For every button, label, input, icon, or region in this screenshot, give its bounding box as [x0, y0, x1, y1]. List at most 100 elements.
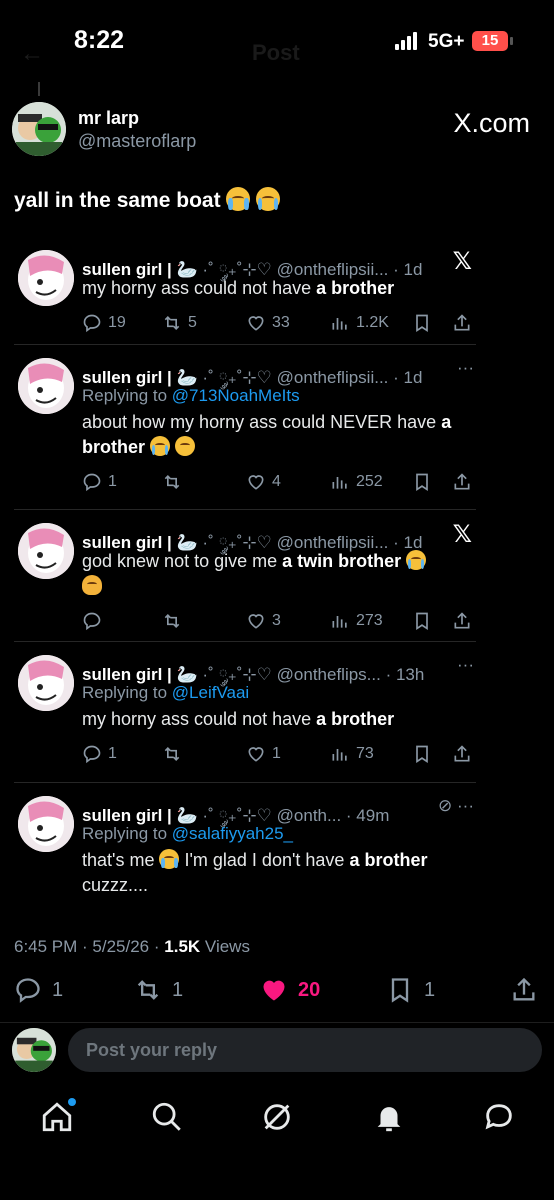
views-count: 73	[356, 745, 374, 762]
reply-text-bold: a brother	[316, 278, 395, 298]
reply-icon	[16, 978, 40, 1003]
reply-header: sullen girl | 🦢 ·˚ ༘₊˚⊹♡ @ontheflips... …	[82, 655, 474, 684]
tab-notifications[interactable]	[372, 1100, 406, 1134]
replying-to: Replying to @LeifVaai	[82, 683, 474, 703]
reply-header: sullen girl | 🦢 ·˚ ༘₊˚⊹♡ @ontheflipsii..…	[82, 521, 474, 552]
repost-count: 5	[188, 314, 197, 331]
share-button[interactable]	[452, 313, 472, 333]
messages-icon	[485, 1104, 512, 1130]
reply-button[interactable]: 19	[82, 313, 126, 333]
views-count: 273	[356, 612, 383, 629]
reply-body: sullen girl | 🦢 ·˚ ༘₊˚⊹♡ @onth... · 49m …	[82, 796, 474, 898]
reply-actions: 3 273	[82, 611, 474, 635]
repost-button[interactable]: 5	[162, 313, 197, 333]
heart-filled-icon	[263, 980, 285, 1001]
avatar[interactable]	[12, 1028, 56, 1072]
repost-button[interactable]: 1	[134, 976, 183, 1004]
grok-and-more-icon[interactable]: ⊘ ···	[438, 796, 474, 816]
thread-line	[38, 82, 40, 96]
reply-time: · 13h	[385, 665, 425, 684]
reply-text: my horny ass could not have a brother	[82, 707, 474, 732]
views-button[interactable]: 252	[330, 472, 383, 492]
share-button[interactable]	[452, 611, 472, 631]
avatar[interactable]	[18, 655, 74, 711]
author-name[interactable]: mr larp	[78, 108, 139, 129]
like-count: 1	[272, 745, 281, 762]
reply-text-mid: I'm glad I don't have	[179, 850, 350, 870]
name-decoration: 🦢 ·˚ ༘₊˚⊹♡	[176, 806, 272, 825]
like-count: 3	[272, 612, 281, 629]
like-button[interactable]: 3	[246, 611, 281, 631]
replying-to-handle[interactable]: @salafiyyah25_	[172, 824, 293, 843]
views-button[interactable]: 273	[330, 611, 383, 631]
views-button[interactable]: 1.2K	[330, 313, 389, 333]
views-button[interactable]: 73	[330, 744, 374, 764]
replying-to-handle[interactable]: @713NoahMeIts	[172, 386, 300, 405]
repost-icon	[164, 315, 180, 331]
reply-handle[interactable]: @ontheflipsii...	[277, 368, 389, 387]
reply-body: sullen girl | 🦢 ·˚ ༘₊˚⊹♡ @ontheflips... …	[82, 655, 474, 768]
post-time: 6:45 PM	[14, 937, 78, 956]
tab-bar	[0, 1088, 554, 1148]
more-icon[interactable]: ···	[457, 358, 474, 378]
reply-button[interactable]: 1	[14, 976, 63, 1004]
reply-button[interactable]: 1	[82, 744, 117, 764]
like-button[interactable]: 20	[260, 976, 320, 1004]
author-handle[interactable]: @masteroflarp	[78, 131, 196, 152]
repost-button[interactable]	[162, 611, 188, 631]
avatar[interactable]	[18, 358, 74, 414]
avatar[interactable]	[18, 250, 74, 306]
views-icon	[332, 477, 347, 489]
avatar[interactable]	[18, 796, 74, 852]
repost-button[interactable]	[162, 744, 188, 764]
name-decoration: 🦢 ·˚ ༘₊˚⊹♡	[176, 665, 272, 684]
avatar[interactable]	[12, 102, 66, 156]
bookmark-icon	[416, 473, 428, 492]
tab-grok[interactable]	[260, 1100, 294, 1134]
bookmark-button[interactable]	[412, 611, 432, 631]
like-button[interactable]: 33	[246, 313, 290, 333]
reply-button[interactable]: 1	[82, 472, 117, 492]
bookmark-icon	[391, 978, 409, 1003]
reply-author-name[interactable]: sullen girl |	[82, 806, 172, 825]
share-button[interactable]	[452, 744, 472, 764]
replying-to-handle[interactable]: @LeifVaai	[172, 683, 249, 702]
repost-button[interactable]	[162, 472, 188, 492]
divider	[14, 344, 476, 345]
avatar[interactable]	[18, 523, 74, 579]
woman-facepalming-icon	[82, 575, 102, 595]
tab-messages[interactable]	[482, 1100, 516, 1134]
bookmark-button[interactable]: 1	[386, 976, 435, 1004]
share-button[interactable]	[510, 976, 538, 1004]
reply-handle[interactable]: @ontheflips...	[277, 665, 381, 684]
reply-input[interactable]: Post your reply	[68, 1028, 542, 1072]
bookmark-button[interactable]	[412, 472, 432, 492]
reply-text-plain: that's me	[82, 850, 160, 870]
back-arrow-icon[interactable]: ←	[20, 40, 44, 68]
post-date: 5/25/26	[92, 937, 150, 956]
tab-home[interactable]	[40, 1098, 76, 1134]
like-button[interactable]: 1	[246, 744, 281, 764]
reply-button[interactable]	[82, 611, 108, 631]
bookmark-button[interactable]	[412, 313, 432, 333]
reply-author-name[interactable]: sullen girl |	[82, 665, 172, 684]
tab-search[interactable]	[150, 1100, 184, 1134]
share-button[interactable]	[452, 472, 472, 492]
bookmark-button[interactable]	[412, 744, 432, 764]
bookmark-count: 1	[424, 978, 436, 1001]
reply-text-bold: a brother	[349, 850, 428, 870]
reply-time: · 1d	[393, 368, 423, 387]
battery-nub	[510, 37, 513, 45]
reply-handle[interactable]: @onth...	[277, 806, 342, 825]
tears-of-joy-face-icon	[406, 550, 427, 570]
reply-header: sullen girl | 🦢 ·˚ ༘₊˚⊹♡ @ontheflipsii..…	[82, 358, 474, 387]
more-icon[interactable]: ···	[457, 655, 474, 675]
reply-count: 1	[108, 473, 117, 490]
reply-actions: 1 1 73	[82, 744, 474, 768]
like-button[interactable]: 4	[246, 472, 281, 492]
divider	[14, 509, 476, 510]
reply-author-name[interactable]: sullen girl |	[82, 368, 172, 387]
like-count: 4	[272, 473, 281, 490]
reply-text: my horny ass could not have a brother	[82, 276, 474, 301]
reply-text: god knew not to give me a twin brother	[82, 549, 474, 599]
